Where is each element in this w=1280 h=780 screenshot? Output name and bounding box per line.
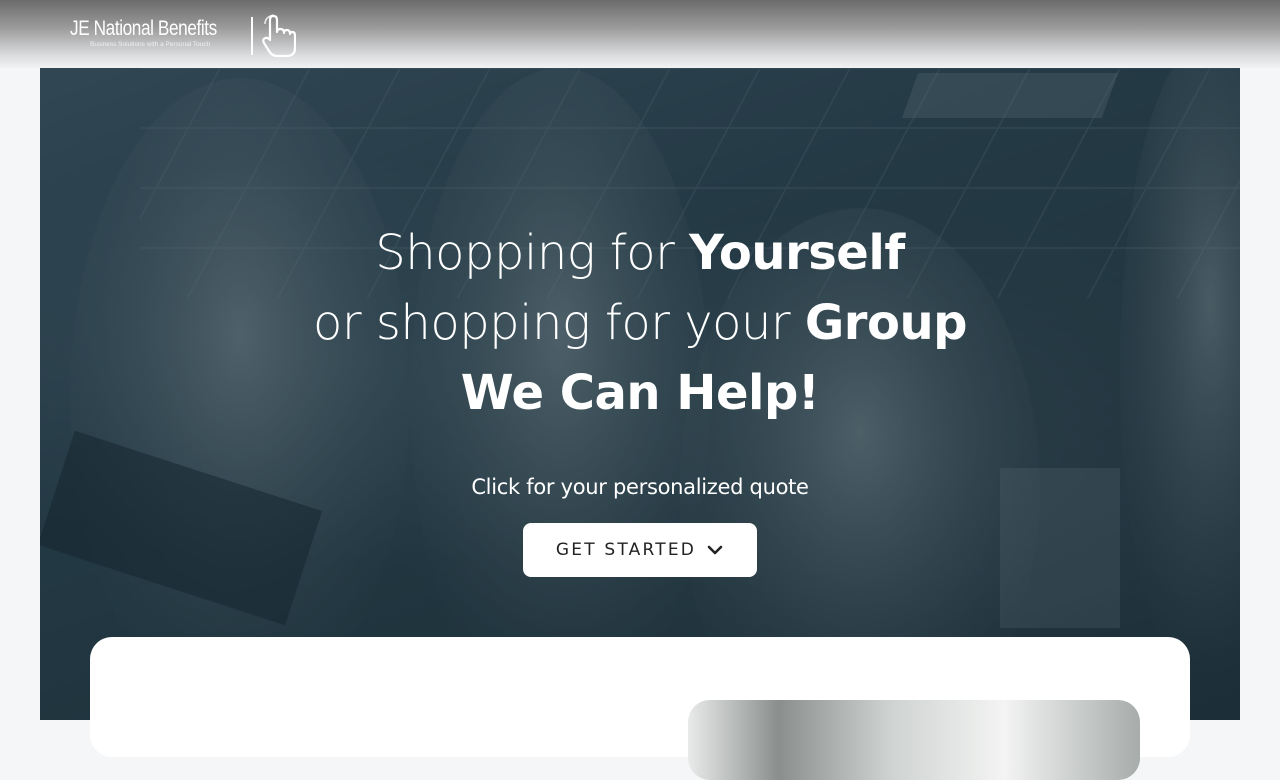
content-card [90, 637, 1190, 780]
get-started-label: GET STARTED [555, 540, 697, 560]
headline-line-2-bold: Group [804, 295, 968, 351]
headline-line-3-bold: We Can Help! [460, 365, 820, 421]
headline-line-2: or shopping for your Group [40, 288, 1240, 358]
headline-line-3: We Can Help! [40, 358, 1240, 428]
card-image [688, 700, 1140, 780]
pointing-hand-icon [262, 14, 296, 58]
headline-line-1-bold: Yourself [689, 225, 905, 281]
headline-line-2-regular: or shopping for your [313, 295, 805, 351]
logo-divider [251, 17, 253, 55]
hero-section: Shopping for Yourself or shopping for yo… [40, 68, 1240, 720]
logo[interactable]: JE National Benefits Business Solutions … [70, 14, 296, 60]
chevron-down-icon [707, 545, 723, 555]
get-started-button[interactable]: GET STARTED [523, 523, 757, 577]
hero-headline: Shopping for Yourself or shopping for yo… [40, 218, 1240, 428]
site-header: JE National Benefits Business Solutions … [0, 0, 1280, 68]
headline-line-1-regular: Shopping for [375, 225, 690, 281]
logo-text: JE National Benefits Business Solutions … [70, 14, 249, 49]
hero-subtext: Click for your personalized quote [471, 475, 809, 499]
logo-brand-name: JE National Benefits [70, 17, 217, 40]
logo-tagline: Business Solutions with a Personal Touch [90, 41, 211, 48]
headline-line-1: Shopping for Yourself [40, 218, 1240, 288]
